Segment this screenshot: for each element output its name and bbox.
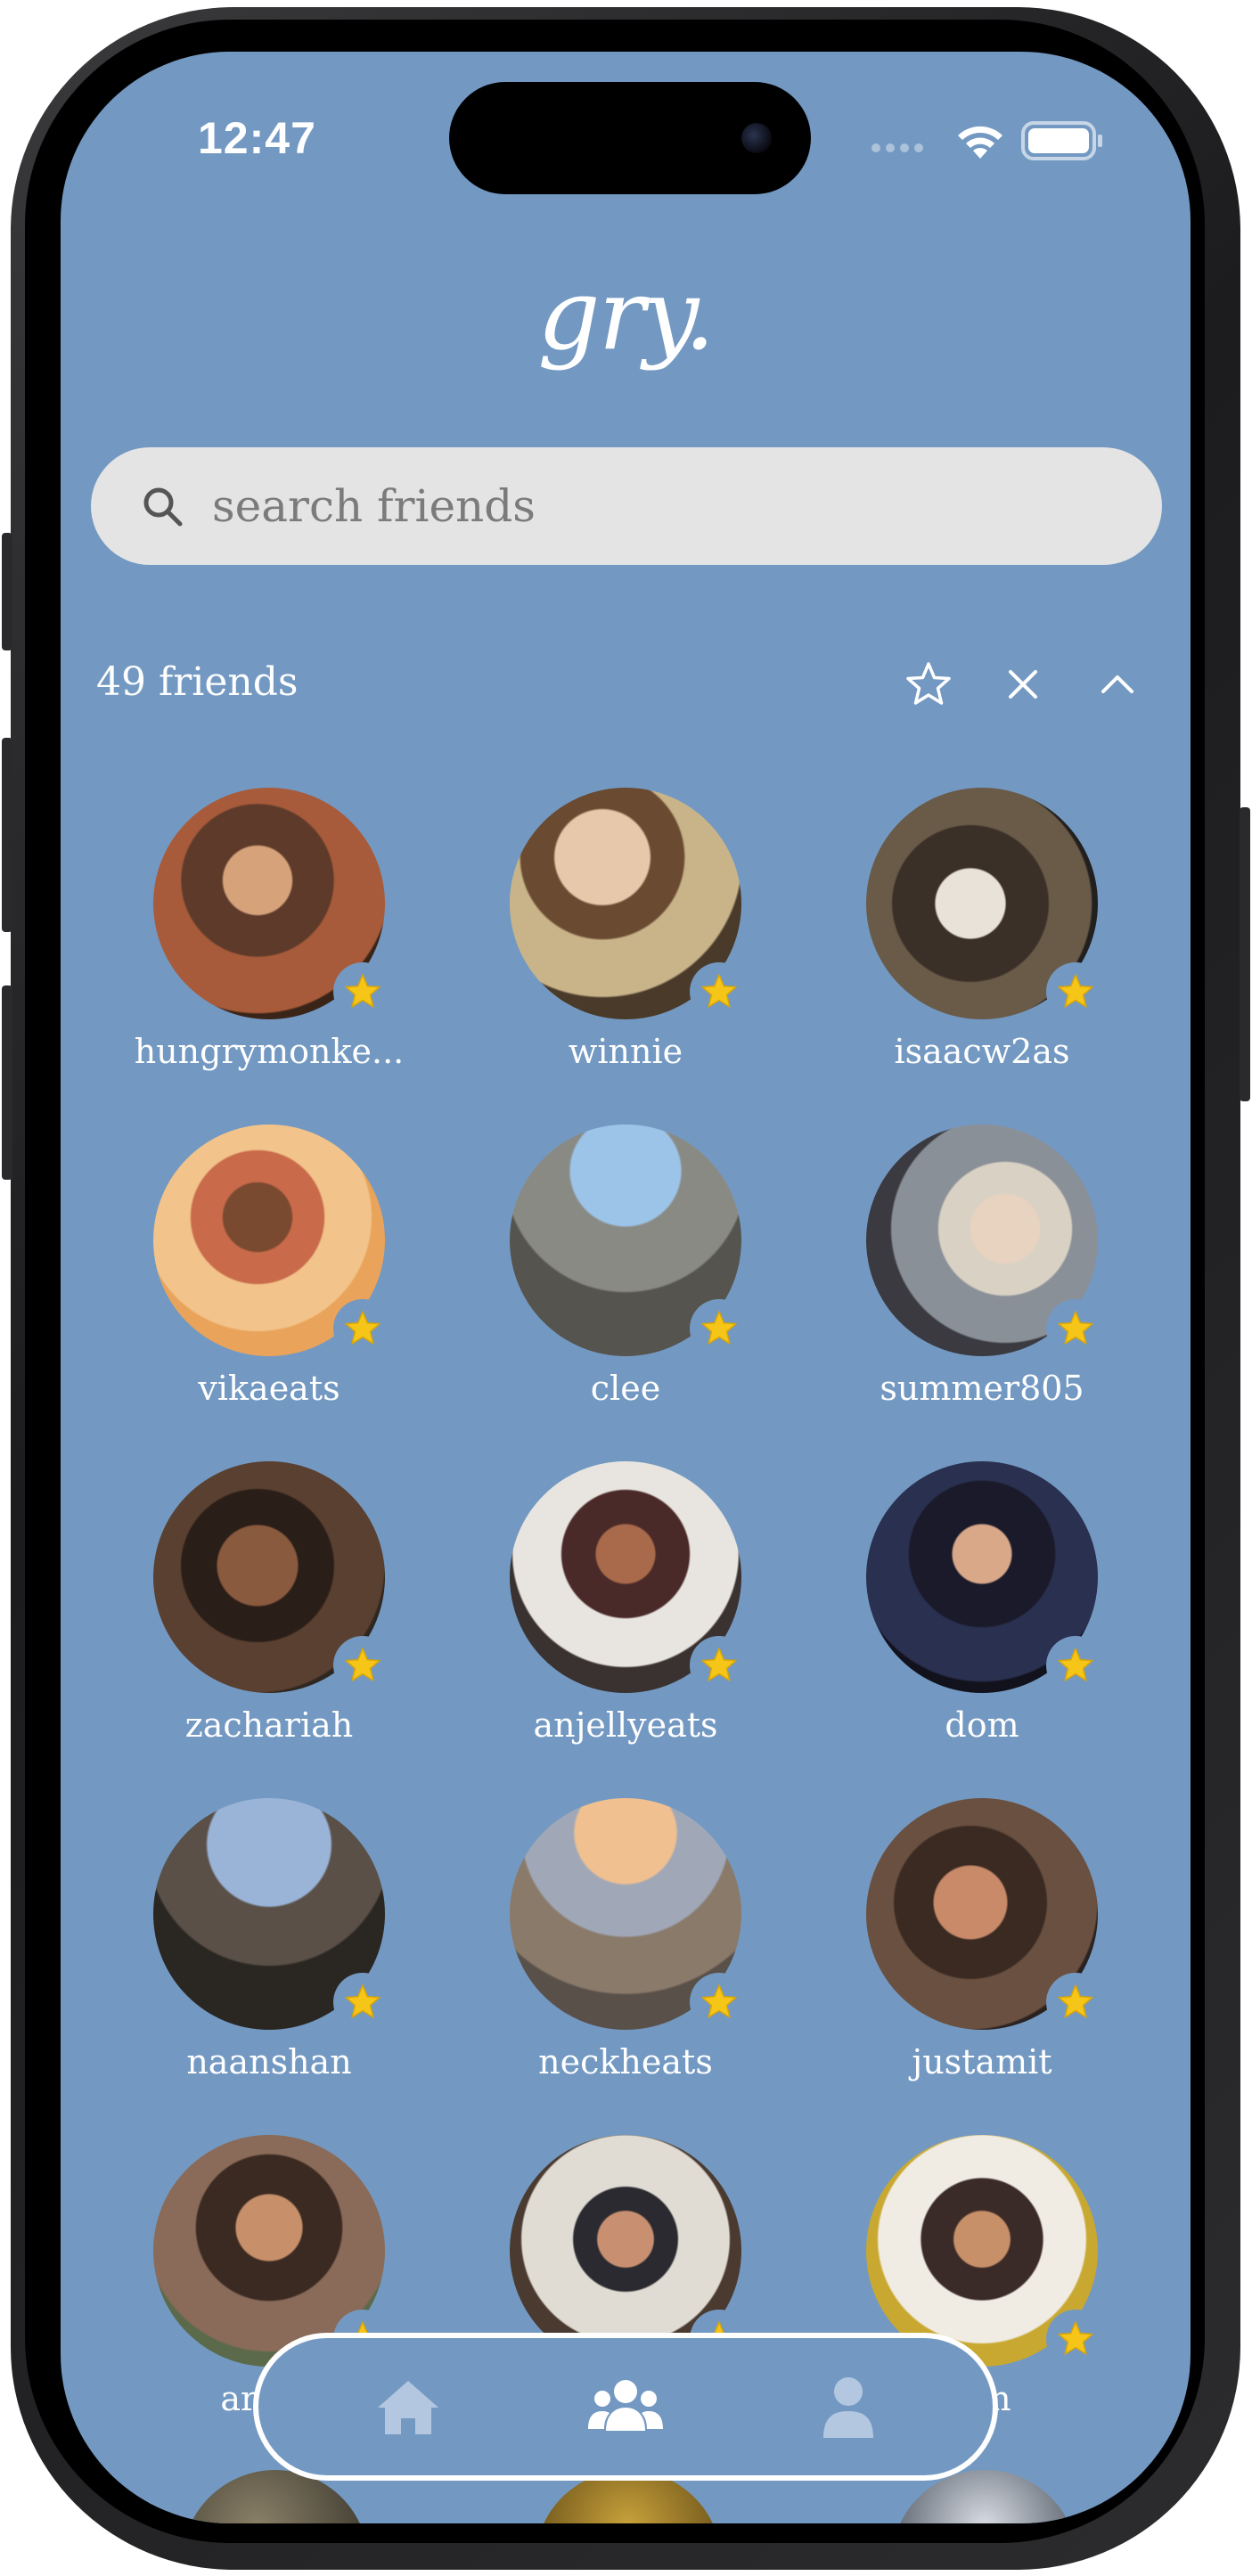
friend-name: dom [945, 1705, 1019, 1745]
friend-card[interactable]: zachariah [98, 1461, 401, 1773]
favorite-star-icon [333, 962, 392, 1021]
friend-card[interactable]: clee [454, 1124, 757, 1436]
friend-name: zachariah [184, 1705, 354, 1745]
friend-card[interactable]: neckheats [454, 1798, 757, 2110]
profile-icon[interactable] [806, 2365, 891, 2450]
search-bar[interactable] [91, 447, 1162, 565]
friend-card[interactable]: anjellyeats [454, 1461, 757, 1773]
volume-down-button [2, 985, 12, 1180]
favorite-star-icon [690, 962, 749, 1021]
favorite-star-icon [690, 1973, 749, 2032]
favorite-star-icon [333, 1973, 392, 2032]
friend-card[interactable]: justamit [811, 1798, 1114, 2110]
friend-name: neckheats [538, 2042, 713, 2081]
friend-name: hungrymonke... [134, 1032, 405, 1071]
dynamic-island [449, 82, 811, 194]
favorite-star-icon [1046, 2310, 1105, 2368]
chevron-up-icon[interactable] [1092, 659, 1142, 709]
favorite-star-icon [690, 1636, 749, 1695]
friend-card[interactable]: naanshan [98, 1798, 401, 2110]
wifi-icon [958, 126, 1002, 159]
favorite-star-icon [690, 1299, 749, 1358]
search-input[interactable] [212, 447, 1103, 565]
friend-name: anjellyeats [533, 1705, 718, 1745]
friend-name: winnie [568, 1032, 683, 1071]
status-time: 12:47 [198, 113, 316, 163]
search-icon [143, 487, 183, 527]
friends-icon[interactable] [583, 2365, 668, 2450]
friend-name: clee [590, 1369, 661, 1408]
favorite-star-icon [1046, 1973, 1105, 2032]
home-icon[interactable] [365, 2365, 451, 2450]
app-logo: gry. [537, 258, 716, 372]
friend-card[interactable]: vikaeats [98, 1124, 401, 1436]
friend-card[interactable]: isaacw2as [811, 788, 1114, 1100]
favorite-star-icon [333, 1299, 392, 1358]
tab-bar [253, 2333, 998, 2481]
battery-icon [1021, 121, 1102, 160]
friend-card[interactable]: dom [811, 1461, 1114, 1773]
close-icon[interactable] [998, 659, 1048, 709]
volume-up-button [2, 738, 12, 932]
friend-name: isaacw2as [894, 1032, 1070, 1071]
friend-card[interactable]: summer805 [811, 1124, 1114, 1436]
cellular-dots-icon [871, 139, 934, 152]
power-button [1240, 807, 1250, 1101]
favorite-star-icon [1046, 1636, 1105, 1695]
status-indicators [871, 114, 1139, 168]
friend-name: justamit [912, 2042, 1052, 2081]
favorite-star-icon [1046, 962, 1105, 1021]
star-icon[interactable] [904, 659, 953, 709]
favorite-star-icon [333, 1636, 392, 1695]
friends-count: 49 friends [96, 659, 299, 705]
friend-name: summer805 [880, 1369, 1084, 1408]
friend-card[interactable]: hungrymonke... [98, 788, 404, 1100]
friend-name: naanshan [186, 2042, 352, 2081]
friend-name: vikaeats [198, 1369, 340, 1408]
action-button [2, 533, 12, 650]
favorite-star-icon [1046, 1299, 1105, 1358]
front-camera [741, 123, 772, 153]
friend-card[interactable]: winnie [454, 788, 757, 1100]
app-screen: 12:47 gry. 49 friends hungrymo [61, 52, 1191, 2523]
